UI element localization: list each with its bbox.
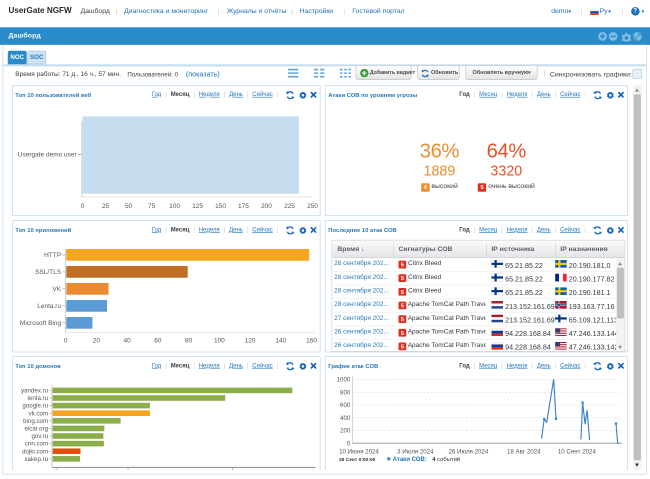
svg-text:Usergate demo user: Usergate demo user <box>17 152 77 159</box>
svg-text:0: 0 <box>347 440 351 447</box>
svg-text:cnn.com: cnn.com <box>24 441 47 448</box>
svg-text:yandex.ru: yandex.ru <box>21 387 49 394</box>
svg-text:vk.com: vk.com <box>28 410 47 417</box>
svg-text:SSL/TLS: SSL/TLS <box>35 269 62 276</box>
svg-text:175: 175 <box>238 203 249 210</box>
svg-text:150: 150 <box>215 203 226 210</box>
svg-text:25: 25 <box>102 203 110 210</box>
svg-text:160: 160 <box>306 337 317 344</box>
svg-text:18 Авг 2024: 18 Авг 2024 <box>507 448 541 455</box>
svg-text:400: 400 <box>340 415 351 422</box>
svg-text:80: 80 <box>185 337 193 344</box>
svg-text:75: 75 <box>148 203 156 210</box>
svg-text:26 Июля 2024: 26 Июля 2024 <box>448 448 488 455</box>
svg-text:200: 200 <box>261 203 272 210</box>
svg-text:600: 600 <box>340 402 351 409</box>
svg-text:4 событий: 4 событий <box>432 456 460 463</box>
svg-text:20: 20 <box>92 337 100 344</box>
svg-text:40: 40 <box>123 337 131 344</box>
svg-text:0: 0 <box>64 337 68 344</box>
svg-text:HTTP: HTTP <box>44 252 61 259</box>
svg-text:0: 0 <box>80 203 84 210</box>
svg-text:Microsoft Bing: Microsoft Bing <box>20 320 62 327</box>
svg-text:10 Июня 2024: 10 Июня 2024 <box>339 448 379 455</box>
svg-text:dojki.com: dojki.com <box>22 448 48 455</box>
svg-text:lenta.ru: lenta.ru <box>27 395 48 402</box>
svg-text:Lenta.ru: Lenta.ru <box>37 303 61 310</box>
svg-text:google.ru: google.ru <box>22 402 48 409</box>
svg-text:200: 200 <box>340 427 351 434</box>
svg-text:60: 60 <box>154 337 162 344</box>
svg-text:800: 800 <box>340 389 351 396</box>
svg-text:120: 120 <box>244 337 255 344</box>
svg-text:Атаки СОВ:: Атаки СОВ: <box>393 457 427 463</box>
svg-text:gov.ru: gov.ru <box>31 433 48 440</box>
svg-text:100: 100 <box>169 203 180 210</box>
svg-text:1000: 1000 <box>337 376 351 383</box>
svg-text:50: 50 <box>125 203 133 210</box>
svg-text:250: 250 <box>307 203 318 210</box>
svg-text:eicar.org: eicar.org <box>24 425 48 432</box>
svg-text:100: 100 <box>214 337 225 344</box>
svg-text:xakep.ru: xakep.ru <box>24 456 48 463</box>
svg-text:28 Сент 0:00:00: 28 Сент 0:00:00 <box>339 457 376 463</box>
svg-text:10 Сент 2024: 10 Сент 2024 <box>558 448 597 455</box>
svg-text:3 Июля 2024: 3 Июля 2024 <box>397 448 434 455</box>
svg-text:VK: VK <box>52 286 61 293</box>
svg-text:140: 140 <box>275 337 286 344</box>
svg-text:225: 225 <box>284 203 295 210</box>
svg-text:bing.com: bing.com <box>23 418 48 425</box>
svg-text:125: 125 <box>192 203 203 210</box>
